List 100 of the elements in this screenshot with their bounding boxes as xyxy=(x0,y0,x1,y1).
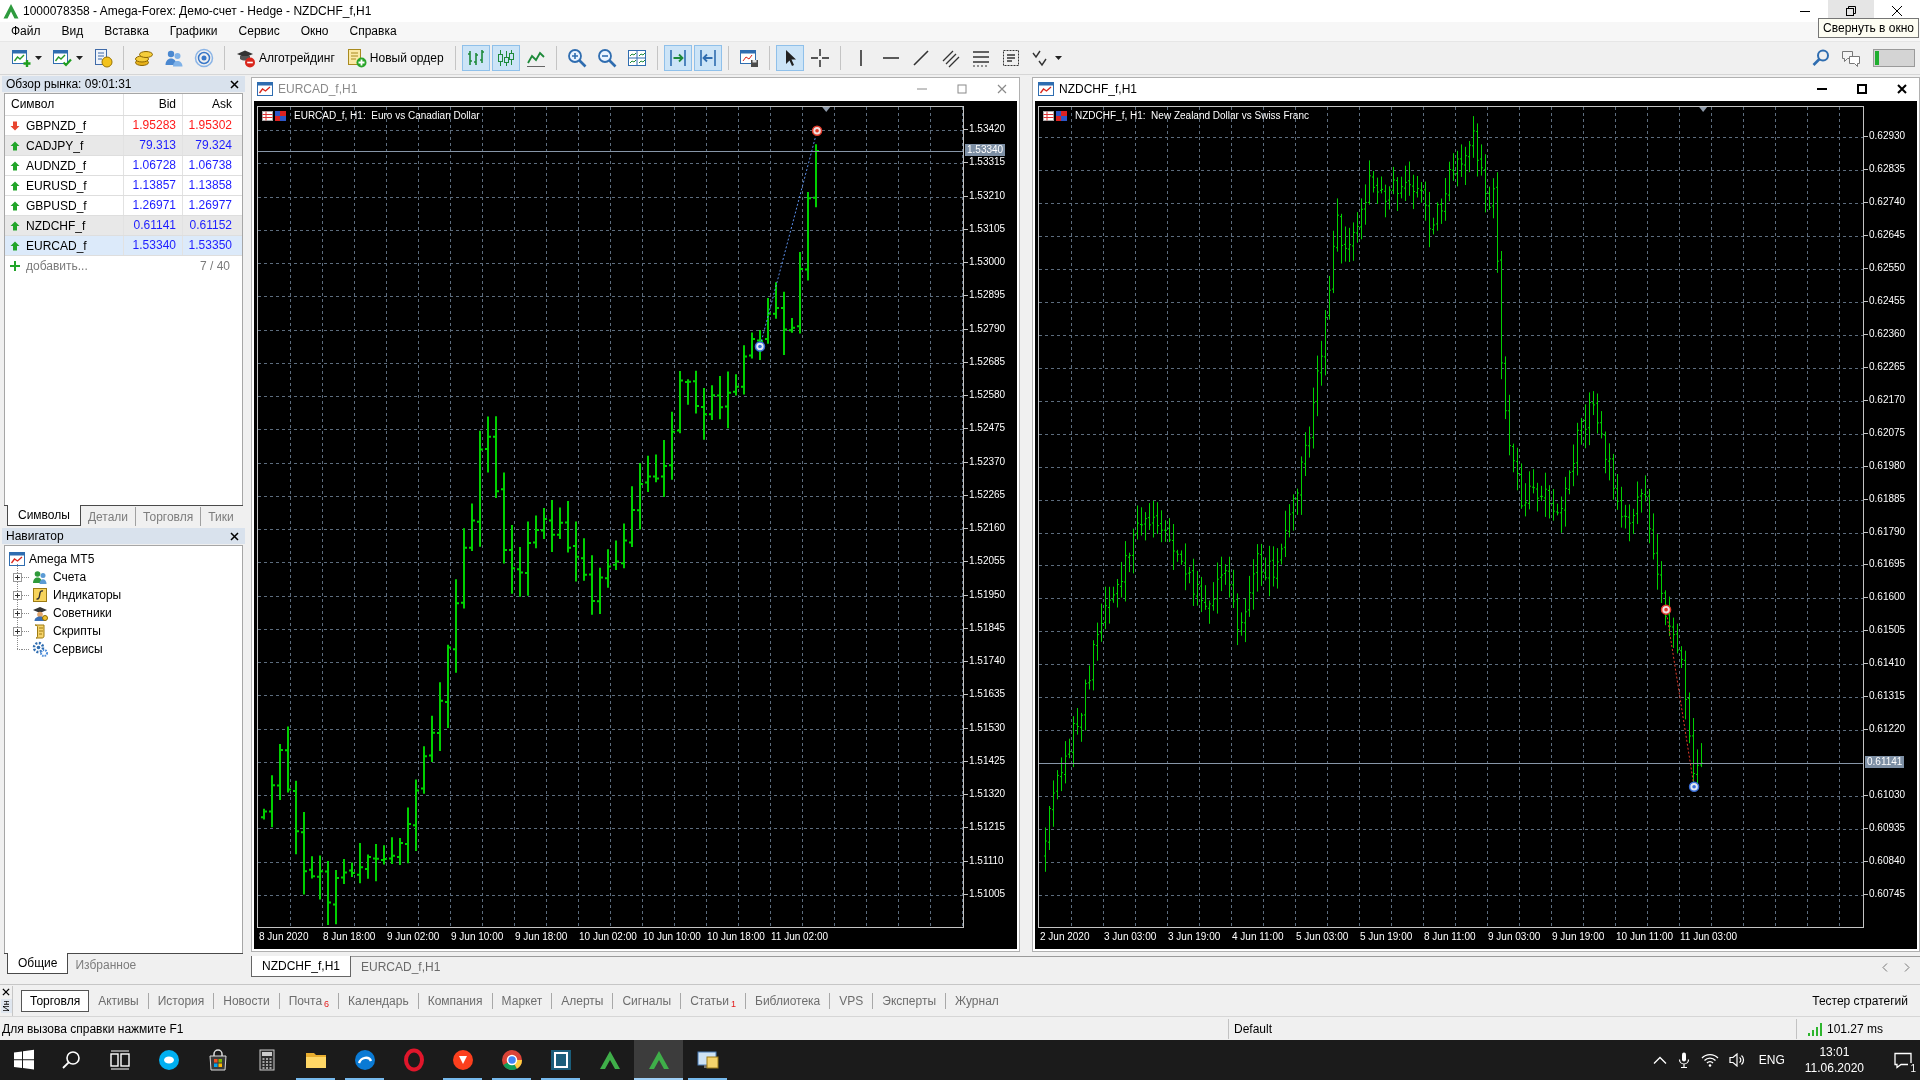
time-label: 5 Jun 19:00 xyxy=(1359,931,1413,943)
candlestick-icon xyxy=(495,48,516,68)
new-order-button[interactable]: Новый ордер xyxy=(341,45,449,71)
price-label: 0.62170 xyxy=(1864,393,1906,406)
price-label: 0.61695 xyxy=(1864,558,1906,571)
wifi-icon[interactable] xyxy=(1700,1053,1719,1067)
chart-tab[interactable]: EURCAD_f,H1 xyxy=(351,957,451,977)
bottom-tab[interactable]: История xyxy=(147,992,214,1009)
menu-item[interactable]: Сервис xyxy=(228,22,291,41)
bottom-tab[interactable]: Компания xyxy=(417,992,492,1009)
panel-tab[interactable]: Торговля xyxy=(135,507,201,526)
column-header[interactable]: Bid xyxy=(123,94,182,115)
algo-trading-button[interactable]: Алготрейдинг xyxy=(231,45,340,71)
column-header[interactable]: Ask xyxy=(182,94,238,115)
strategy-tester-tab[interactable]: Тестер стратегий xyxy=(1812,993,1908,1008)
graduate-icon xyxy=(32,605,48,621)
bottom-tab[interactable]: Календарь xyxy=(338,992,418,1009)
price-label: 0.61790 xyxy=(1864,525,1906,538)
trade-marker-icon[interactable] xyxy=(811,125,823,137)
chart-tab[interactable]: NZDCHF_f,H1 xyxy=(251,956,351,977)
add-symbol-link[interactable]: добавить... xyxy=(26,259,88,273)
close-icon[interactable] xyxy=(2,987,10,996)
expand-box-icon[interactable] xyxy=(13,608,22,618)
menu-item[interactable]: Файл xyxy=(0,22,51,41)
symbol-count: 7 / 40 xyxy=(199,259,230,273)
disc-app-icon[interactable] xyxy=(156,1048,181,1072)
price-label: 0.61505 xyxy=(1864,624,1906,637)
bottom-tab[interactable]: Алерты xyxy=(551,992,613,1009)
language-indicator[interactable]: ENG xyxy=(1758,1053,1785,1067)
bid-price: 79.313 xyxy=(123,136,182,155)
autoscroll-button[interactable] xyxy=(663,45,692,71)
tree-item-label[interactable]: Сервисы xyxy=(53,642,103,656)
bottom-tab[interactable]: Торговля xyxy=(21,989,90,1012)
close-icon[interactable] xyxy=(230,79,239,89)
symbol-row[interactable]: CADJPY_f 79.313 79.324 xyxy=(5,136,242,156)
price-label: 1.52790 xyxy=(964,322,1006,335)
start-icon[interactable] xyxy=(12,1048,36,1072)
expand-box-icon[interactable] xyxy=(13,572,22,582)
menu-item[interactable]: Окно xyxy=(290,22,340,41)
time-label: 3 Jun 03:00 xyxy=(1103,931,1157,943)
microphone-icon[interactable] xyxy=(1676,1052,1691,1068)
menu-item[interactable]: Вставка xyxy=(93,22,160,41)
clock-date[interactable]: 11.06.2020 xyxy=(1804,1060,1864,1076)
menu-item[interactable]: Справка xyxy=(339,22,408,41)
notification-icon[interactable] xyxy=(1893,1050,1913,1070)
bottom-tab[interactable]: Активы xyxy=(89,992,148,1009)
trade-marker-icon[interactable] xyxy=(754,341,766,352)
candlestick-button[interactable] xyxy=(491,45,520,71)
bottom-tab[interactable]: Маркет xyxy=(491,992,552,1009)
symbol-name: NZDCHF_f xyxy=(26,218,86,233)
tree-item-label[interactable]: Индикаторы xyxy=(53,588,122,602)
shift-marker-icon[interactable] xyxy=(822,107,831,112)
taskbar-button[interactable] xyxy=(634,1040,683,1080)
menu-item[interactable]: Вид xyxy=(51,22,94,41)
symbol-row[interactable]: NZDCHF_f 0.61141 0.61152 xyxy=(5,216,242,236)
tree-item-label[interactable]: Счета xyxy=(53,570,87,584)
trade-marker-icon[interactable] xyxy=(1688,781,1700,793)
chevron-up-icon[interactable] xyxy=(1652,1055,1667,1065)
bottom-tab[interactable]: Библиотека xyxy=(745,992,830,1009)
wheel-icon[interactable] xyxy=(499,1048,524,1072)
clock-time[interactable]: 13:01 xyxy=(1819,1044,1850,1060)
ask-price: 1.26977 xyxy=(182,196,238,215)
panel-tab[interactable]: Избранное xyxy=(68,955,144,974)
bottom-tab[interactable]: Сигналы xyxy=(612,992,681,1009)
framed-square-icon[interactable] xyxy=(548,1048,573,1072)
panel-tab[interactable]: Общие xyxy=(7,953,69,974)
trade-marker-icon[interactable] xyxy=(1660,604,1672,615)
bottom-tab[interactable]: Новости xyxy=(213,992,279,1009)
speaker-icon[interactable] xyxy=(1728,1053,1745,1067)
bar-chart-button[interactable] xyxy=(461,45,490,71)
expand-box-icon[interactable] xyxy=(13,626,22,636)
symbol-row[interactable]: EURCAD_f 1.53340 1.53350 xyxy=(5,236,242,256)
minimize-icon xyxy=(1800,10,1810,12)
symbol-row[interactable]: EURUSD_f 1.13857 1.13858 xyxy=(5,176,242,196)
close-icon[interactable] xyxy=(230,531,239,541)
triangle-disc-icon[interactable] xyxy=(450,1048,475,1072)
panel-tab[interactable]: Тики xyxy=(200,507,241,526)
bottom-tab[interactable]: Журнал xyxy=(945,992,1008,1009)
tree-item-label[interactable]: Скрипты xyxy=(53,624,101,638)
plus-icon[interactable] xyxy=(10,261,20,271)
panel-tab[interactable]: Детали xyxy=(80,507,136,526)
column-header[interactable]: Символ xyxy=(5,94,123,115)
bottom-tab[interactable]: VPS xyxy=(829,992,873,1009)
menu-item[interactable]: Графики xyxy=(159,22,229,41)
bottom-tab[interactable]: Эксперты xyxy=(872,992,945,1009)
price-label: 1.52055 xyxy=(964,555,1006,568)
tree-item-label[interactable]: Amega MT5 xyxy=(29,552,95,566)
swirl-icon[interactable] xyxy=(352,1048,377,1072)
panel-tab[interactable]: Символы xyxy=(7,505,81,526)
time-label: 4 Jun 11:00 xyxy=(1231,931,1284,943)
computer-window-icon[interactable] xyxy=(695,1048,720,1072)
scroll-icon xyxy=(32,623,48,639)
cursor-button[interactable] xyxy=(775,45,804,71)
shift-marker-icon[interactable] xyxy=(1699,107,1708,112)
tree-item-label[interactable]: Советники xyxy=(53,606,112,620)
symbol-row[interactable]: AUDNZD_f 1.06728 1.06738 xyxy=(5,156,242,176)
expand-box-icon[interactable] xyxy=(13,590,22,600)
ring-icon[interactable] xyxy=(401,1048,426,1072)
chart-shift-button[interactable] xyxy=(693,45,722,71)
task-view-icon[interactable] xyxy=(108,1048,132,1072)
